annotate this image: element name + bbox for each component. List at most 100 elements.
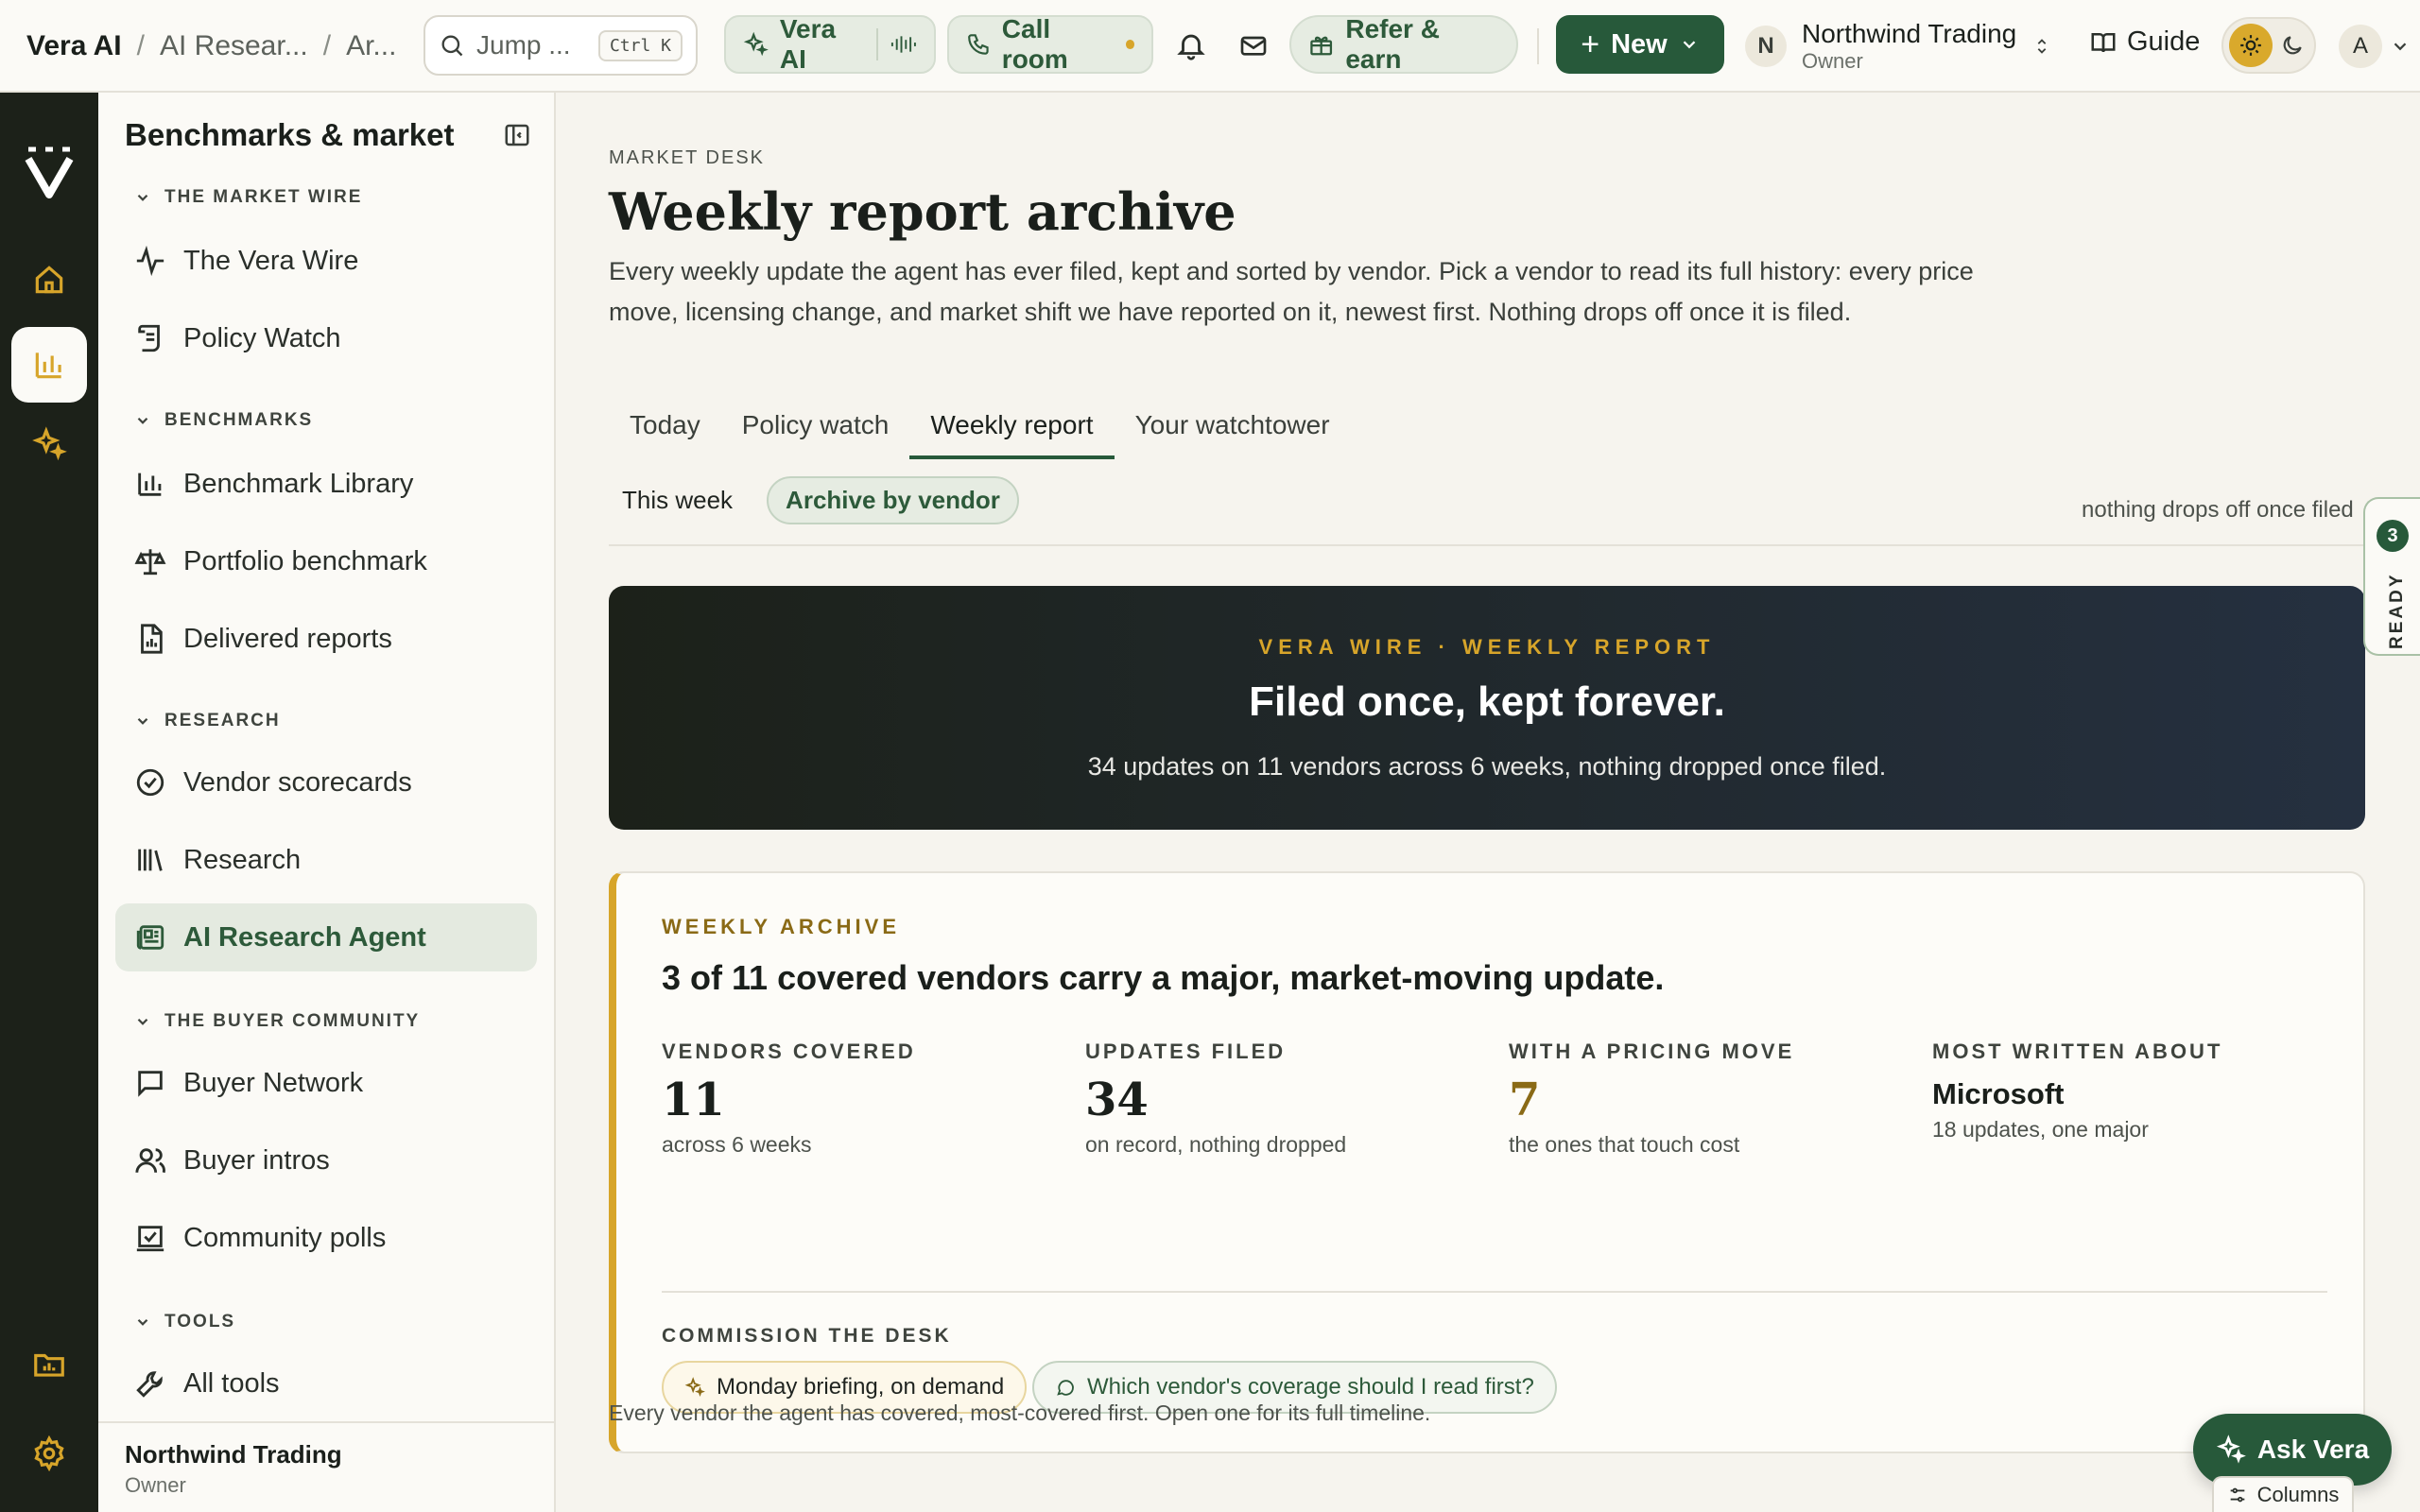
tab-today[interactable]: Today <box>609 401 721 459</box>
card-divider <box>662 1291 2327 1293</box>
sidebar-item-buyer-network[interactable]: Buyer Network <box>115 1049 537 1117</box>
vendor-list-caption: Every vendor the agent has covered, most… <box>609 1400 1431 1425</box>
live-status-dot <box>1125 40 1134 49</box>
ready-count-badge: 3 <box>2377 520 2409 552</box>
stat-label: VENDORS COVERED <box>662 1040 916 1063</box>
theme-toggle[interactable] <box>2221 17 2316 74</box>
user-menu-chevron-icon[interactable] <box>2390 36 2411 57</box>
subtab-this-week[interactable]: This week <box>609 478 746 523</box>
voice-wave-icon[interactable] <box>890 31 917 58</box>
org-switcher[interactable]: N Northwind Trading Owner <box>1745 13 2052 79</box>
mail-icon <box>1240 36 1267 56</box>
rail-reports[interactable] <box>11 1327 87 1402</box>
org-avatar: N <box>1745 26 1787 67</box>
stat-desc: across 6 weeks <box>662 1132 812 1157</box>
rail-ai[interactable] <box>11 406 87 482</box>
light-mode-option[interactable] <box>2229 24 2273 67</box>
chevron-down-icon <box>137 194 148 201</box>
sun-icon <box>2240 35 2261 56</box>
tab-weekly-report[interactable]: Weekly report <box>909 401 1115 459</box>
section-title: BENCHMARKS <box>164 410 314 430</box>
sidebar-item-ai-research-agent[interactable]: AI Research Agent <box>115 903 537 971</box>
account-role: Owner <box>125 1473 186 1497</box>
chip-label: Which vendor's coverage should I read fi… <box>1087 1374 1534 1400</box>
sidebar-item-delivered-reports[interactable]: Delivered reports <box>115 605 537 673</box>
stat-label: WITH A PRICING MOVE <box>1509 1040 1795 1063</box>
sidebar-title: Benchmarks & market <box>125 117 455 152</box>
chevron-down-icon <box>1683 41 1696 49</box>
archive-note: nothing drops off once filed <box>2082 497 2354 523</box>
rail-home[interactable] <box>11 242 87 318</box>
section-title: TOOLS <box>164 1312 236 1332</box>
vera-logo-icon <box>25 146 74 198</box>
section-buyer-community[interactable]: THE BUYER COMMUNITY <box>134 1011 420 1032</box>
section-benchmarks[interactable]: BENCHMARKS <box>134 410 313 431</box>
book-icon <box>2091 32 2116 52</box>
call-room-button[interactable]: Call room <box>947 14 1153 74</box>
stat-most-written-about: MOST WRITTEN ABOUT Microsoft 18 updates,… <box>1932 1040 2329 1143</box>
moon-icon[interactable] <box>2280 33 2305 58</box>
collapse-sidebar-icon[interactable] <box>503 121 531 149</box>
breadcrumb-item-current[interactable]: Ar... <box>346 30 396 62</box>
rail-settings[interactable] <box>11 1416 87 1491</box>
rail-benchmarks[interactable] <box>11 327 87 403</box>
sidebar-item-label: The Vera Wire <box>183 245 359 276</box>
ask-vera-button[interactable]: Ask Vera <box>2193 1414 2392 1486</box>
divider <box>609 544 2365 546</box>
vera-logo[interactable] <box>21 144 78 205</box>
columns-button[interactable]: Columns <box>2212 1476 2354 1512</box>
gear-icon <box>34 1435 64 1471</box>
inbox-button[interactable] <box>1235 26 1272 64</box>
user-avatar[interactable]: A <box>2339 25 2382 68</box>
card-title: 3 of 11 covered vendors carry a major, m… <box>662 958 1665 997</box>
sidebar-item-portfolio-benchmark[interactable]: Portfolio benchmark <box>115 527 537 595</box>
sidebar-item-label: AI Research Agent <box>183 921 426 953</box>
message-circle-icon <box>1057 1380 1074 1396</box>
new-button[interactable]: + New <box>1556 15 1724 74</box>
hero-banner: VERA WIRE · WEEKLY REPORT Filed once, ke… <box>609 586 2365 830</box>
notifications-button[interactable] <box>1172 26 1210 64</box>
sidebar-item-policy-watch[interactable]: Policy Watch <box>115 304 537 372</box>
section-tools[interactable]: TOOLS <box>134 1312 235 1332</box>
sidebar-item-buyer-intros[interactable]: Buyer intros <box>115 1126 537 1194</box>
section-research[interactable]: RESEARCH <box>134 711 281 731</box>
guide-button[interactable]: Guide <box>2089 26 2200 58</box>
subtab-archive-by-vendor[interactable]: Archive by vendor <box>767 476 1019 524</box>
sidebar-item-vendor-scorecards[interactable]: Vendor scorecards <box>115 748 537 816</box>
sidebar-item-vera-wire[interactable]: The Vera Wire <box>115 227 537 295</box>
top-bar: Vera AI / AI Resear... / Ar... Jump ... … <box>0 0 2420 93</box>
guide-label: Guide <box>2127 26 2201 57</box>
section-market-wire[interactable]: THE MARKET WIRE <box>134 187 362 208</box>
sidebar-item-research[interactable]: Research <box>115 826 537 894</box>
folder-chart-icon <box>34 1353 64 1377</box>
scroll-icon <box>138 324 160 352</box>
sidebar-item-all-tools[interactable]: All tools <box>115 1349 537 1418</box>
card-kicker: WEEKLY ARCHIVE <box>662 915 901 938</box>
sparkles-icon <box>2216 1435 2246 1464</box>
chevron-down-icon <box>137 417 148 424</box>
breadcrumb-item-section[interactable]: AI Resear... <box>160 30 308 62</box>
sidebar-item-community-polls[interactable]: Community polls <box>115 1204 537 1272</box>
call-room-label: Call room <box>1001 14 1068 74</box>
sidebar-item-label: Buyer Network <box>183 1067 364 1098</box>
scale-icon <box>134 549 166 576</box>
stat-pricing-move: WITH A PRICING MOVE 7 the ones that touc… <box>1509 1040 1906 1158</box>
refer-and-earn-button[interactable]: Refer & earn <box>1289 14 1518 74</box>
vera-ai-button[interactable]: Vera AI <box>724 14 936 74</box>
ready-drawer-tab[interactable]: 3 READY <box>2363 497 2420 656</box>
wrench-icon <box>136 1371 163 1398</box>
commission-label: COMMISSION THE DESK <box>662 1325 952 1347</box>
breadcrumb-item-home[interactable]: Vera AI <box>26 30 122 62</box>
bell-icon <box>1177 34 1205 60</box>
chip-label: Monday briefing, on demand <box>717 1374 1005 1400</box>
org-name: Northwind Trading <box>1802 19 2017 48</box>
tab-policy-watch[interactable]: Policy watch <box>721 401 910 459</box>
sidebar-account[interactable]: Northwind Trading Owner <box>98 1421 556 1512</box>
chevron-updown-icon <box>2037 39 2047 54</box>
icon-rail <box>0 93 98 1512</box>
tab-your-watchtower[interactable]: Your watchtower <box>1115 401 1351 459</box>
pulse-icon <box>136 245 164 277</box>
section-title: THE MARKET WIRE <box>164 187 363 207</box>
search-box[interactable]: Jump ... Ctrl K <box>424 15 698 76</box>
sidebar-item-benchmark-library[interactable]: Benchmark Library <box>115 450 537 518</box>
